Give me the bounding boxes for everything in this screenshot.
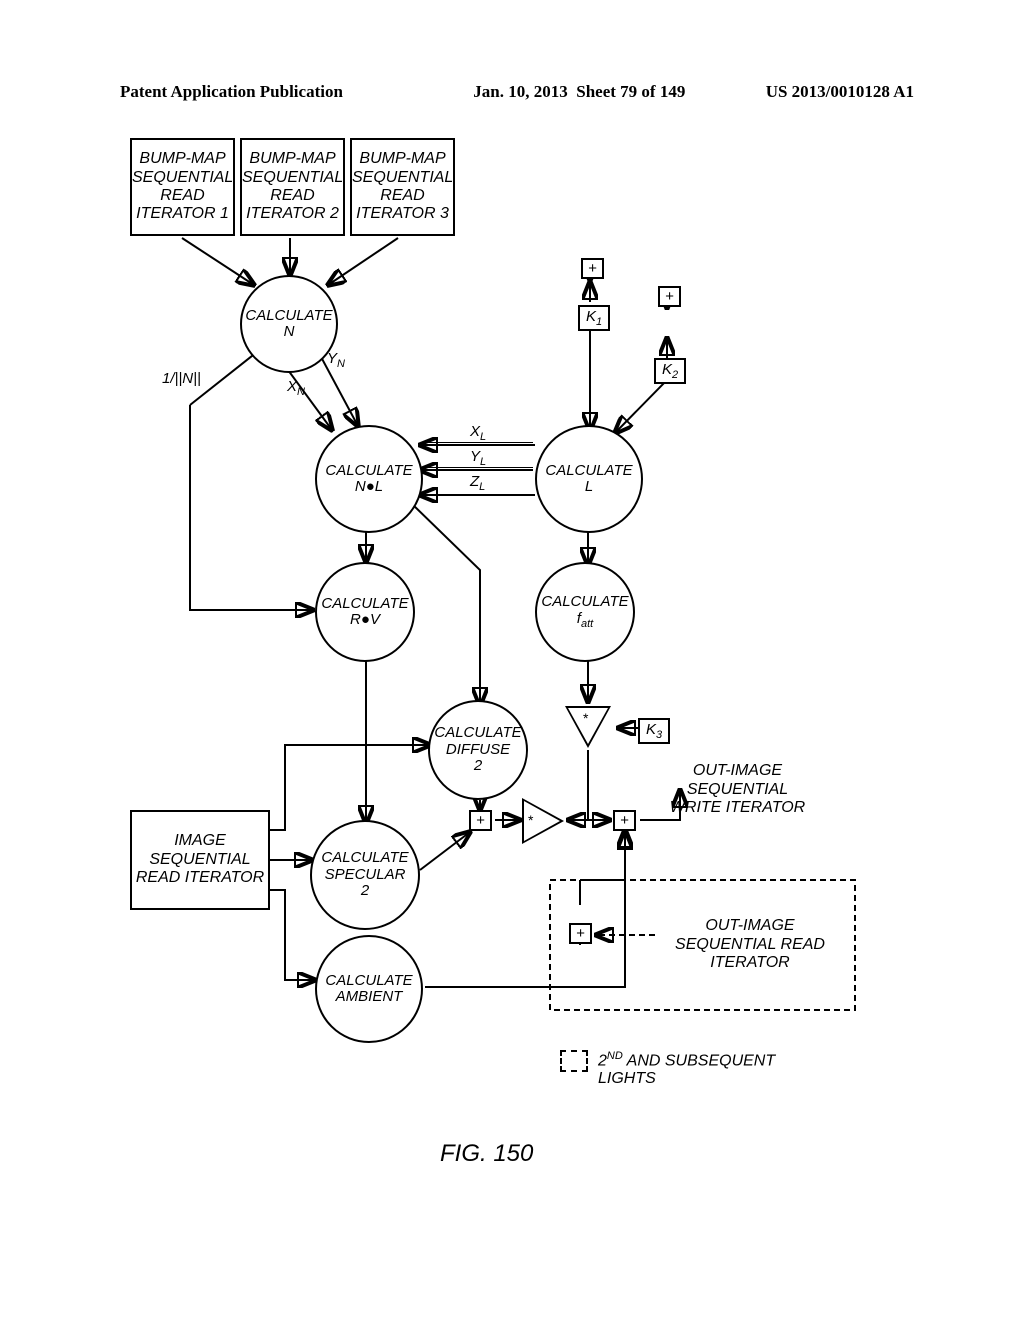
calculate-specular-circle: CALCULATESPECULAR2	[310, 820, 420, 930]
bump-map-iterator-2-box: BUMP-MAP SEQUENTIAL READ ITERATOR 2	[240, 138, 345, 236]
plus-sum2-box: +	[613, 810, 636, 831]
image-read-iterator-box: IMAGE SEQUENTIAL READ ITERATOR	[130, 810, 270, 910]
calculate-diffuse-circle: CALCULATEDIFFUSE2	[428, 700, 528, 800]
yn-label: YN	[327, 350, 345, 370]
out-image-read-iterator-box: OUT-IMAGE SEQUENTIAL READ ITERATOR	[660, 890, 840, 1000]
plus-k1-box: +	[581, 258, 604, 279]
multiply-label-2: *	[528, 812, 533, 828]
k1-box: K1	[578, 305, 610, 331]
header-publication: Patent Application Publication	[120, 82, 343, 102]
yl-label: YL	[470, 448, 486, 468]
legend-box-icon	[560, 1050, 588, 1072]
multiply-label-1: *	[583, 710, 588, 726]
plus-k2-box: +	[658, 286, 681, 307]
calculate-fatt-circle: CALCULATEfatt	[535, 562, 635, 662]
xl-label: XL	[470, 423, 486, 443]
header-pub-number: US 2013/0010128 A1	[766, 82, 914, 102]
calculate-rv-circle: CALCULATER●V	[315, 562, 415, 662]
figure-caption: FIG. 150	[440, 1140, 533, 1168]
calculate-nl-circle: CALCULATEN●L	[315, 425, 423, 533]
zl-label: ZL	[470, 473, 485, 493]
bump-map-iterator-3-box: BUMP-MAP SEQUENTIAL READ ITERATOR 3	[350, 138, 455, 236]
calculate-n-circle: CALCULATEN	[240, 275, 338, 373]
inv-norm-label: 1/||N||	[162, 370, 201, 387]
figure-diagram: BUMP-MAP SEQUENTIAL READ ITERATOR 1 BUMP…	[120, 130, 900, 1210]
plus-sum3-box: +	[569, 923, 592, 944]
legend-text: 2ND AND SUBSEQUENTLIGHTS	[598, 1050, 775, 1088]
calculate-l-circle: CALCULATEL	[535, 425, 643, 533]
calculate-ambient-circle: CALCULATEAMBIENT	[315, 935, 423, 1043]
out-image-write-iterator-box: OUT-IMAGE SEQUENTIAL WRITE ITERATOR	[660, 740, 815, 840]
xn-label: XN	[287, 378, 305, 398]
plus-sum1-box: +	[469, 810, 492, 831]
bump-map-iterator-1-box: BUMP-MAP SEQUENTIAL READ ITERATOR 1	[130, 138, 235, 236]
header-date: Jan. 10, 2013 Sheet 79 of 149	[393, 82, 766, 102]
k2-box: K2	[654, 358, 686, 384]
